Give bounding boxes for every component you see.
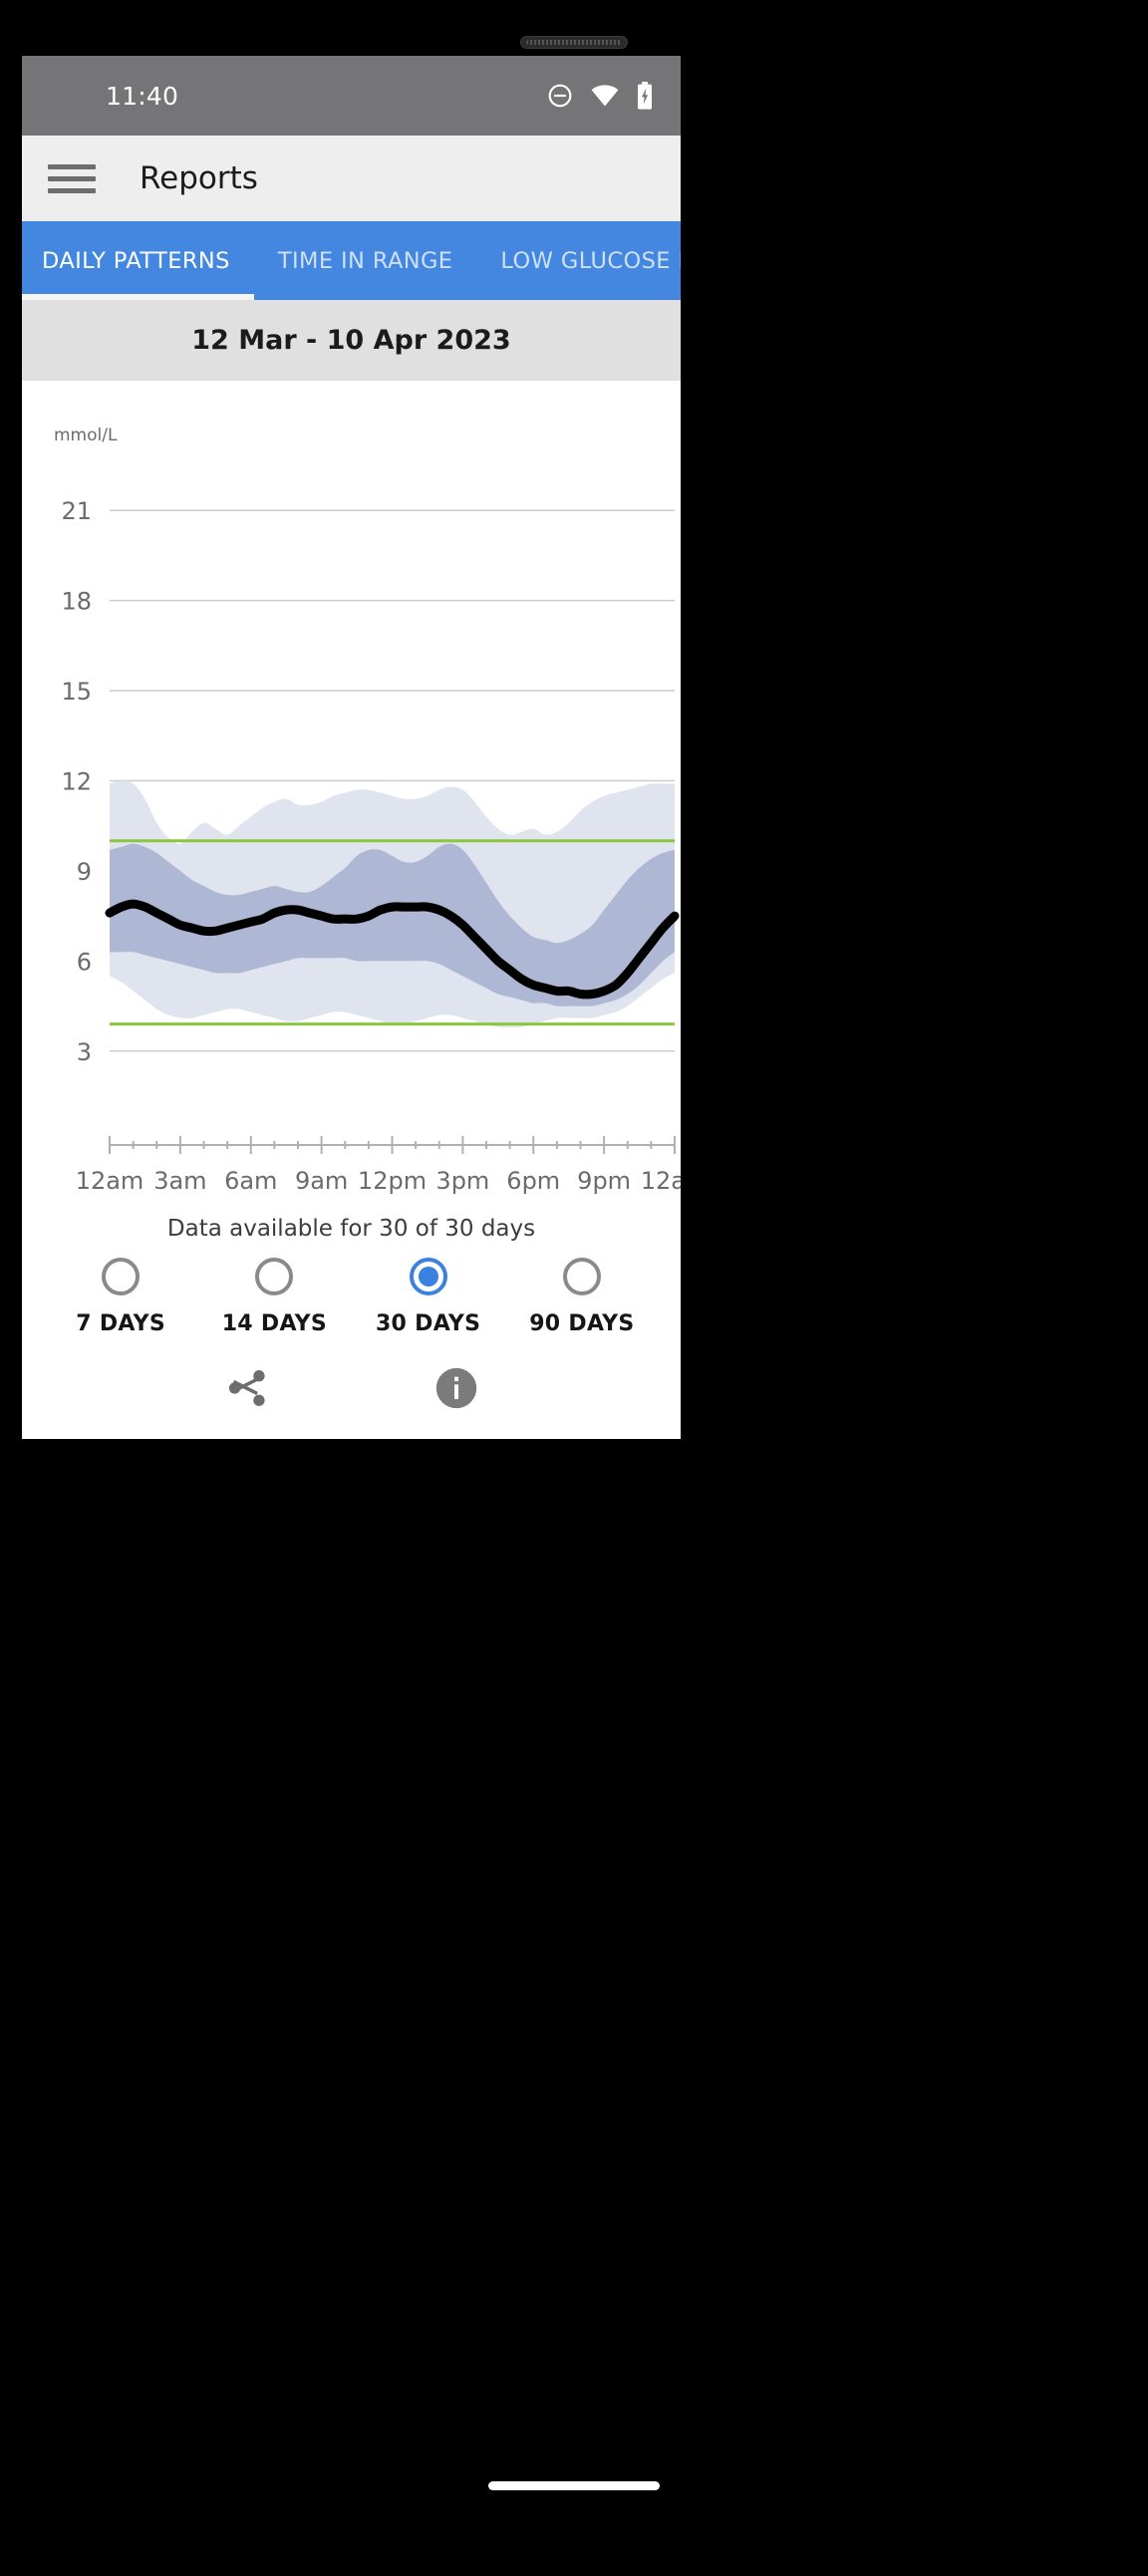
wifi-icon	[591, 84, 619, 108]
svg-text:21: 21	[61, 497, 92, 525]
svg-text:9pm: 9pm	[577, 1167, 631, 1195]
range-option-label: 14 DAYS	[222, 1311, 327, 1336]
hamburger-bar	[48, 176, 96, 181]
radio-button[interactable]	[563, 1258, 601, 1295]
do-not-disturb-icon	[547, 83, 573, 109]
range-option-label: 30 DAYS	[376, 1311, 480, 1336]
svg-text:6am: 6am	[224, 1167, 277, 1195]
range-option-30-days[interactable]: 30 DAYS	[352, 1258, 505, 1336]
svg-text:9: 9	[77, 858, 92, 886]
svg-text:15: 15	[61, 678, 92, 706]
chart-y-tick-labels: 3 6 9 12 15 18 21	[61, 497, 92, 1066]
svg-text:6pm: 6pm	[506, 1167, 560, 1195]
share-icon[interactable]	[225, 1366, 269, 1410]
svg-text:9am: 9am	[295, 1167, 348, 1195]
radio-button[interactable]	[102, 1258, 140, 1295]
status-bar-icons	[547, 56, 653, 136]
svg-text:3: 3	[77, 1038, 92, 1066]
chart-x-tick-labels: 12am 3am 6am 9am 12pm 3pm 6pm 9pm 12am	[76, 1167, 681, 1195]
action-bar	[22, 1336, 681, 1410]
tab-time-in-range[interactable]: TIME IN RANGE	[254, 221, 477, 300]
phone-screen: 11:40	[22, 56, 681, 1439]
radio-button-selected[interactable]	[410, 1258, 447, 1295]
svg-text:12am: 12am	[76, 1167, 144, 1195]
footer-controls: Data available for 30 of 30 days 7 DAYS …	[22, 1210, 681, 1410]
date-range-label: 12 Mar - 10 Apr 2023	[191, 325, 510, 356]
app-bar: Reports	[22, 136, 681, 221]
tab-bar: DAILY PATTERNS TIME IN RANGE LOW GLUCOSE…	[22, 221, 681, 300]
tab-label: LOW GLUCOSE EVENTS	[500, 248, 681, 274]
radio-button[interactable]	[255, 1258, 293, 1295]
svg-text:18: 18	[61, 588, 92, 616]
phone-device-frame: 11:40	[0, 0, 1148, 2576]
battery-charging-icon	[637, 82, 653, 110]
page-title: Reports	[140, 160, 258, 196]
range-option-label: 90 DAYS	[529, 1311, 634, 1336]
tab-active-indicator	[22, 294, 254, 300]
range-option-label: 7 DAYS	[76, 1311, 165, 1336]
svg-text:12pm: 12pm	[358, 1167, 427, 1195]
svg-text:6: 6	[77, 948, 92, 976]
chart-unit-label: mmol/L	[54, 426, 118, 445]
range-option-14-days[interactable]: 14 DAYS	[197, 1258, 351, 1336]
info-icon[interactable]	[434, 1366, 478, 1410]
data-availability-text: Data available for 30 of 30 days	[22, 1210, 681, 1242]
hamburger-menu-icon[interactable]	[48, 154, 96, 202]
tab-low-glucose-events[interactable]: LOW GLUCOSE EVENTS	[476, 221, 681, 300]
tab-label: TIME IN RANGE	[278, 248, 453, 274]
hamburger-bar	[48, 164, 96, 169]
status-bar: 11:40	[22, 56, 681, 136]
svg-text:12: 12	[61, 768, 92, 796]
agp-svg: 36912151821 12am3am6am9am12pm3pm6pm9pm12…	[22, 381, 681, 1210]
date-range-header[interactable]: 12 Mar - 10 Apr 2023	[22, 300, 681, 381]
speaker-grill-texture	[526, 40, 622, 45]
speaker-grill	[520, 36, 628, 49]
svg-text:3am: 3am	[153, 1167, 206, 1195]
chart-x-axis	[110, 1136, 675, 1154]
tab-label: DAILY PATTERNS	[42, 248, 230, 274]
svg-text:12am: 12am	[641, 1167, 681, 1195]
range-selector-group: 7 DAYS 14 DAYS 30 DAYS 90 DAYS	[22, 1242, 681, 1336]
ambulatory-glucose-profile-chart: 36912151821 12am3am6am9am12pm3pm6pm9pm12…	[22, 381, 681, 1210]
range-option-90-days[interactable]: 90 DAYS	[505, 1258, 659, 1336]
tab-daily-patterns[interactable]: DAILY PATTERNS	[22, 221, 254, 300]
status-bar-clock: 11:40	[106, 82, 178, 111]
svg-text:3pm: 3pm	[435, 1167, 489, 1195]
home-indicator[interactable]	[488, 2481, 660, 2490]
range-option-7-days[interactable]: 7 DAYS	[44, 1258, 197, 1336]
hamburger-bar	[48, 188, 96, 193]
